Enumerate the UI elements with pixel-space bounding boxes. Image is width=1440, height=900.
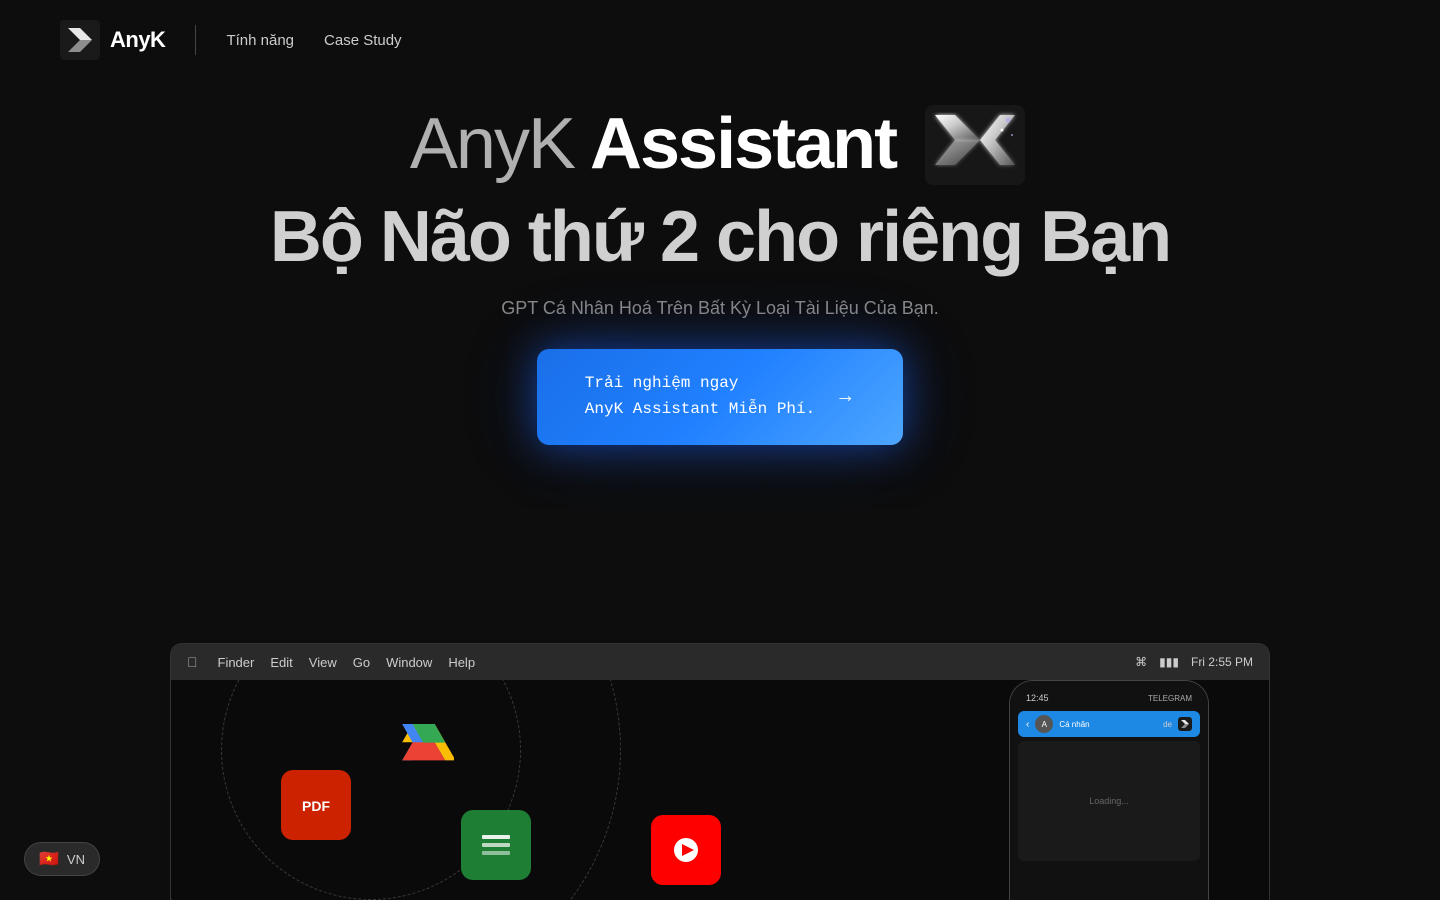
- hero-cta-line1: Trải nghiệm ngay: [585, 371, 815, 397]
- navbar: AnyK Tính năng Case Study: [0, 0, 1440, 80]
- phone-screen: 12:45 TELEGRAM ‹ A Cá nhân de: [1010, 681, 1208, 900]
- phone-mockup: 12:45 TELEGRAM ‹ A Cá nhân de: [1009, 680, 1209, 900]
- hero-cta-line2: AnyK Assistant Miễn Phí.: [585, 397, 815, 423]
- avatar: A: [1035, 715, 1053, 733]
- back-icon: ‹: [1026, 719, 1029, 730]
- menu-edit[interactable]: Edit: [262, 655, 300, 670]
- apple-logo: : [187, 654, 198, 670]
- phone-time: 12:45: [1026, 693, 1049, 703]
- lang-text: VN: [67, 852, 85, 867]
- menu-dots: de: [1163, 720, 1172, 729]
- hero-brand: AnyK: [410, 105, 574, 184]
- menu-finder[interactable]: Finder: [210, 655, 263, 670]
- titlebar-right: ⌘ ▮▮▮ Fri 2:55 PM: [1135, 655, 1253, 669]
- hero-title-line1: AnyK Assistant: [410, 100, 1030, 190]
- nav-case-study[interactable]: Case Study: [324, 32, 402, 49]
- phone-anyk-logo: [1178, 717, 1192, 731]
- phone-chat-area: Loading...: [1018, 741, 1200, 861]
- app-icon-sheets: [461, 810, 531, 880]
- phone-header: 12:45 TELEGRAM: [1018, 689, 1200, 707]
- navbar-links: Tính năng Case Study: [226, 32, 401, 49]
- flag-icon: 🇻🇳: [39, 849, 59, 869]
- app-icons-area: PDF: [171, 680, 1269, 900]
- app-icon-gdrive: [391, 710, 461, 780]
- phone-loading-text: Loading...: [1089, 796, 1129, 806]
- language-badge[interactable]: 🇻🇳 VN: [24, 842, 100, 876]
- logo-icon: [60, 20, 100, 60]
- dashed-circle-2: [171, 680, 621, 900]
- menu-help[interactable]: Help: [440, 655, 483, 670]
- logo-text: AnyK: [110, 27, 165, 53]
- clock-display: Fri 2:55 PM: [1191, 655, 1253, 669]
- hero-title-line2: Bộ Não thứ 2 cho riêng Bạn: [270, 194, 1170, 280]
- phone-app-header: ‹ A Cá nhân de: [1018, 711, 1200, 737]
- mockup-content: PDF: [171, 680, 1269, 900]
- battery-icon: ▮▮▮: [1159, 655, 1179, 669]
- menu-window[interactable]: Window: [378, 655, 440, 670]
- mockup-section:  Finder Edit View Go Window Help ⌘ ▮▮▮ …: [170, 643, 1270, 900]
- app-icon-pdf: PDF: [281, 770, 351, 840]
- titlebar-menu:  Finder Edit View Go Window Help: [187, 654, 1127, 670]
- hero-subtitle: GPT Cá Nhân Hoá Trên Bất Kỳ Loại Tài Liệ…: [501, 298, 939, 319]
- hero-section: AnyK Assistant: [0, 80, 1440, 445]
- cta-arrow-icon: →: [835, 385, 855, 408]
- nav-tinh-nang[interactable]: Tính năng: [226, 32, 294, 49]
- app-icon-youtube: [651, 815, 721, 885]
- mockup-window:  Finder Edit View Go Window Help ⌘ ▮▮▮ …: [170, 643, 1270, 900]
- hero-cta-text: Trải nghiệm ngay AnyK Assistant Miễn Phí…: [585, 371, 815, 422]
- hero-assistant: Assistant: [590, 105, 896, 184]
- hero-cta-button[interactable]: Trải nghiệm ngay AnyK Assistant Miễn Phí…: [537, 349, 903, 444]
- menu-view[interactable]: View: [301, 655, 345, 670]
- telegram-icon: TELEGRAM: [1148, 694, 1192, 703]
- wifi-icon: ⌘: [1135, 655, 1147, 669]
- navbar-divider: [195, 25, 196, 55]
- mockup-titlebar:  Finder Edit View Go Window Help ⌘ ▮▮▮ …: [171, 644, 1269, 680]
- hero-logo-3d: [920, 100, 1030, 190]
- logo[interactable]: AnyK: [60, 20, 165, 60]
- svg-text:PDF: PDF: [302, 798, 330, 814]
- phone-app-name: Cá nhân: [1059, 720, 1089, 729]
- menu-go[interactable]: Go: [345, 655, 378, 670]
